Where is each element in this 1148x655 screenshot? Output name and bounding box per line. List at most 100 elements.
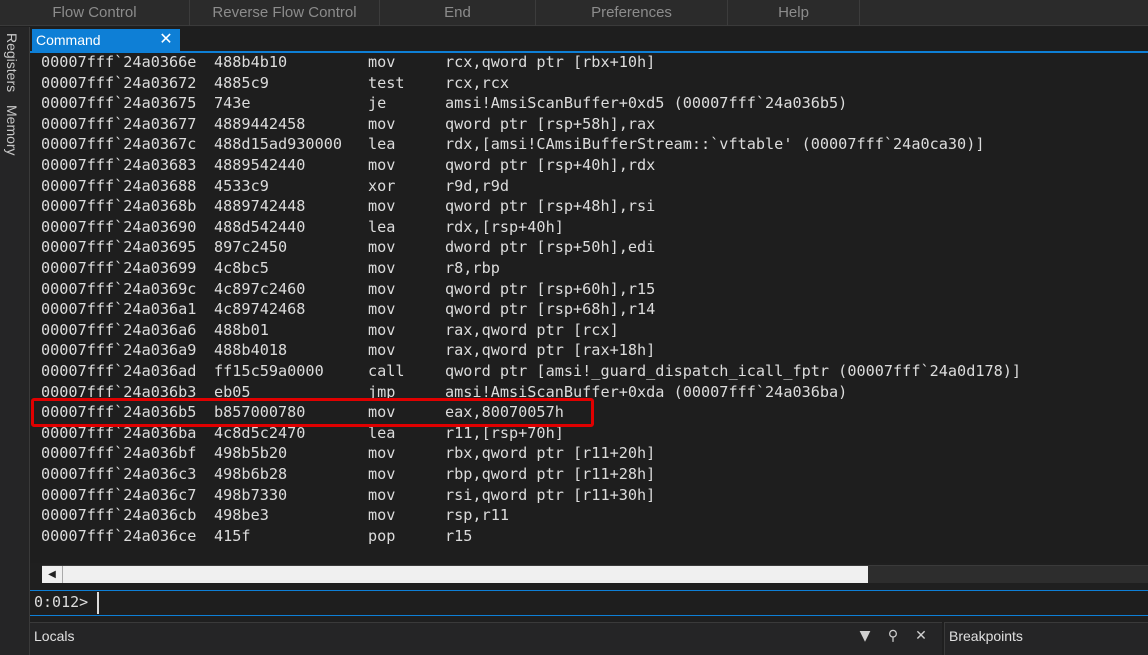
row-operands: r9d,r9d xyxy=(445,176,510,195)
row-mnemonic: mov xyxy=(368,197,396,216)
row-bytes: 498b6b28 xyxy=(214,465,288,483)
row-operands: rcx,rcx xyxy=(445,73,510,92)
locals-panel-title: Locals xyxy=(34,628,75,644)
row-address: 00007fff`24a0368b xyxy=(41,197,197,216)
row-operands: rax,qword ptr [rax+18h] xyxy=(445,341,656,360)
row-mnemonic: mov xyxy=(368,259,396,277)
row-bytes: 4885c9 xyxy=(214,73,269,92)
disassembly-row: 00007fff`24a036c3 498b6b28 mov rbp,qword pt… xyxy=(30,464,1130,485)
ribbon-help[interactable]: Help xyxy=(728,0,860,26)
row-operands: qword ptr [rsp+68h],r14 xyxy=(445,300,656,319)
row-bytes: 488b4018 xyxy=(214,341,288,360)
row-bytes: 488b01 xyxy=(214,320,269,339)
row-operands: qword ptr [amsi!_guard_dispatch_icall_fp… xyxy=(445,362,1022,380)
row-bytes: 498b7330 xyxy=(214,485,288,504)
disassembly-row: 00007fff`24a0368b 4889742448 mov qword ptr … xyxy=(30,196,1130,217)
row-operands: rdx,[rsp+40h] xyxy=(445,217,564,236)
disassembly-row: 00007fff`24a036a9 488b4018 mov rax,qword pt… xyxy=(30,340,1130,361)
command-output[interactable]: 00007fff`24a0366e 488b4b10 mov rcx,qword pt… xyxy=(30,53,1148,563)
row-mnemonic: je xyxy=(368,94,387,113)
row-address: 00007fff`24a036bf xyxy=(41,444,197,463)
row-mnemonic: mov xyxy=(368,444,396,463)
row-operands: qword ptr [rsp+60h],r15 xyxy=(445,279,656,298)
disassembly-row: 00007fff`24a03688 4533c9 xor r9d,r9d xyxy=(30,176,1130,197)
row-mnemonic: mov xyxy=(368,485,396,504)
command-prompt-bar: 0:012> xyxy=(30,590,1148,616)
disassembly-row: 00007fff`24a0369c 4c897c2460 mov qword ptr … xyxy=(30,279,1130,300)
ribbon-end[interactable]: End xyxy=(380,0,536,26)
breakpoints-panel: Breakpoints xyxy=(944,622,1148,655)
row-operands: r15 xyxy=(445,526,473,545)
disassembly-row: 00007fff`24a036ad ff15c59a0000 call qword p… xyxy=(30,361,1130,382)
row-operands: qword ptr [rsp+58h],rax xyxy=(445,114,656,133)
disassembly-row: 00007fff`24a03690 488d542440 lea rdx,[rsp+4… xyxy=(30,217,1130,238)
disassembly-row: 00007fff`24a036ce 415f pop r15 xyxy=(30,526,1130,547)
row-bytes: 897c2450 xyxy=(214,238,288,257)
scroll-left-icon[interactable]: ◀ xyxy=(42,566,62,583)
row-operands: rbp,qword ptr [r11+28h] xyxy=(445,465,656,483)
prompt-label: 0:012> xyxy=(34,593,89,611)
row-bytes: 488b4b10 xyxy=(214,53,288,71)
dropdown-icon[interactable]: ▼ xyxy=(856,626,874,646)
row-mnemonic: mov xyxy=(368,53,396,71)
side-tab-registers[interactable]: Registers xyxy=(4,33,20,92)
row-address: 00007fff`24a03677 xyxy=(41,114,197,133)
row-mnemonic: mov xyxy=(368,465,396,483)
tab-command-label: Command xyxy=(36,32,101,48)
ribbon-reverse-flow-control[interactable]: Reverse Flow Control xyxy=(190,0,380,26)
row-operands: rcx,qword ptr [rbx+10h] xyxy=(445,53,656,71)
row-operands: rax,qword ptr [rcx] xyxy=(445,320,619,339)
row-address: 00007fff`24a03690 xyxy=(41,217,197,236)
row-mnemonic: mov xyxy=(368,238,396,257)
row-address: 00007fff`24a03683 xyxy=(41,156,197,174)
row-operands: r8,rbp xyxy=(445,259,500,277)
row-mnemonic: lea xyxy=(368,217,396,236)
row-address: 00007fff`24a036a6 xyxy=(41,320,197,339)
row-bytes: 4c8bc5 xyxy=(214,259,269,277)
row-mnemonic: mov xyxy=(368,320,396,339)
disassembly-row: 00007fff`24a03699 4c8bc5 mov r8,rbp xyxy=(30,258,1130,279)
row-bytes: 488d15ad930000 xyxy=(214,135,343,154)
disassembly-row: 00007fff`24a0367c 488d15ad930000 lea rdx,[a… xyxy=(30,134,1130,155)
row-address: 00007fff`24a0366e xyxy=(41,53,197,71)
row-mnemonic: mov xyxy=(368,156,396,174)
pin-icon[interactable]: ⚲ xyxy=(884,626,902,646)
disassembly-row: 00007fff`24a03677 4889442458 mov qword ptr … xyxy=(30,114,1130,135)
row-mnemonic: lea xyxy=(368,135,396,154)
row-address: 00007fff`24a03688 xyxy=(41,176,197,195)
ribbon-preferences[interactable]: Preferences xyxy=(536,0,728,26)
row-mnemonic: xor xyxy=(368,176,396,195)
horizontal-scrollbar[interactable]: ◀ xyxy=(42,565,1148,583)
row-address: 00007fff`24a036c7 xyxy=(41,485,197,504)
tab-command[interactable]: Command ✕ xyxy=(32,29,180,53)
row-address: 00007fff`24a03675 xyxy=(41,94,197,113)
row-bytes: 743e xyxy=(214,94,251,113)
row-address: 00007fff`24a0369c xyxy=(41,279,197,298)
close-icon[interactable]: ✕ xyxy=(912,626,930,646)
row-bytes: 4533c9 xyxy=(214,176,269,195)
row-bytes: 488d542440 xyxy=(214,217,306,236)
command-input[interactable] xyxy=(97,592,1137,614)
row-address: 00007fff`24a036ad xyxy=(41,362,197,380)
row-mnemonic: mov xyxy=(368,279,396,298)
close-icon[interactable]: ✕ xyxy=(158,29,174,51)
row-bytes: 4c897c2460 xyxy=(214,279,306,298)
row-mnemonic: call xyxy=(368,362,405,380)
disassembly-row: 00007fff`24a03675 743e je amsi!AmsiScanBuff… xyxy=(30,93,1130,114)
row-address: 00007fff`24a036c3 xyxy=(41,465,197,483)
row-operands: rsp,r11 xyxy=(445,506,510,525)
row-operands: dword ptr [rsp+50h],edi xyxy=(445,238,656,257)
row-operands: rbx,qword ptr [r11+20h] xyxy=(445,444,656,463)
row-address: 00007fff`24a03672 xyxy=(41,73,197,92)
ribbon-toolbar: Flow Control Reverse Flow Control End Pr… xyxy=(0,0,1148,26)
side-tab-memory[interactable]: Memory xyxy=(4,105,20,156)
row-address: 00007fff`24a036cb xyxy=(41,506,197,525)
row-bytes: 4889542440 xyxy=(214,156,306,174)
scrollbar-thumb[interactable] xyxy=(62,566,868,583)
ribbon-flow-control[interactable]: Flow Control xyxy=(0,0,190,26)
row-bytes: 498be3 xyxy=(214,506,269,525)
disassembly-row: 00007fff`24a036c7 498b7330 mov rsi,qword pt… xyxy=(30,485,1130,506)
row-mnemonic: mov xyxy=(368,300,396,319)
row-mnemonic: mov xyxy=(368,506,396,525)
side-tab-strip: Registers Memory xyxy=(0,27,30,655)
